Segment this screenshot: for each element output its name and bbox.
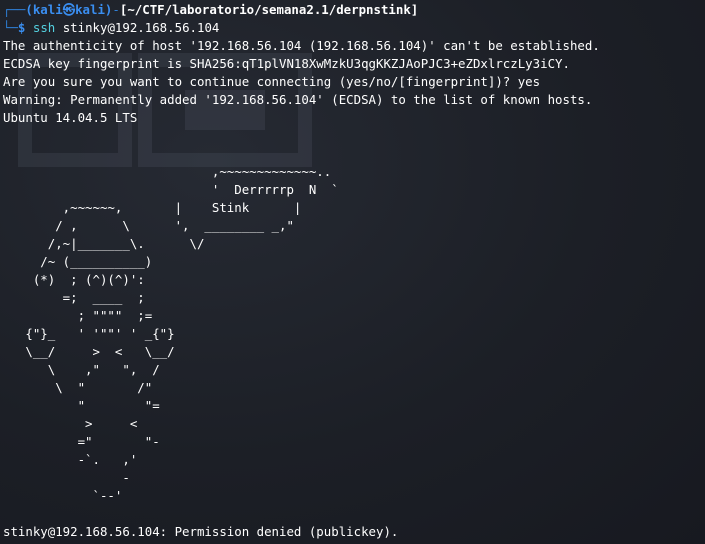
output-line: The authenticity of host '192.168.56.104… <box>3 38 600 53</box>
prompt-path: [~/CTF/laboratorio/semana2.1/derpnstink] <box>119 2 419 17</box>
permission-denied-message: stinky@192.168.56.104: Permission denied… <box>3 524 399 539</box>
output-line: Ubuntu 14.04.5 LTS <box>3 110 138 125</box>
ssh-banner-ascii-art: ,~~~~~~~~~~~~~.. ' Derrrrrp N ` ,~~~~~~,… <box>25 164 339 503</box>
output-line: Are you sure you want to continue connec… <box>3 74 541 89</box>
prompt-corner-top: ┌── <box>3 2 26 17</box>
output-line: ECDSA key fingerprint is SHA256:qT1plVN1… <box>3 56 570 71</box>
prompt-corner-bottom: └─ <box>3 20 18 35</box>
command-line: └─$ ssh stinky@192.168.56.104 <box>3 19 219 37</box>
command-args: stinky@192.168.56.104 <box>55 20 220 35</box>
prompt-symbol: $ <box>17 20 26 35</box>
command-name: ssh <box>32 20 56 35</box>
prompt-line-1: ┌──(kali㉿kali)-[~/CTF/laboratorio/semana… <box>3 1 418 19</box>
output-line: Warning: Permanently added '192.168.56.1… <box>3 92 593 107</box>
prompt-user-host: (kali㉿kali) <box>25 2 113 17</box>
prompt-separator: - <box>112 2 120 17</box>
terminal-window[interactable]: ┌──(kali㉿kali)-[~/CTF/laboratorio/semana… <box>0 0 705 544</box>
